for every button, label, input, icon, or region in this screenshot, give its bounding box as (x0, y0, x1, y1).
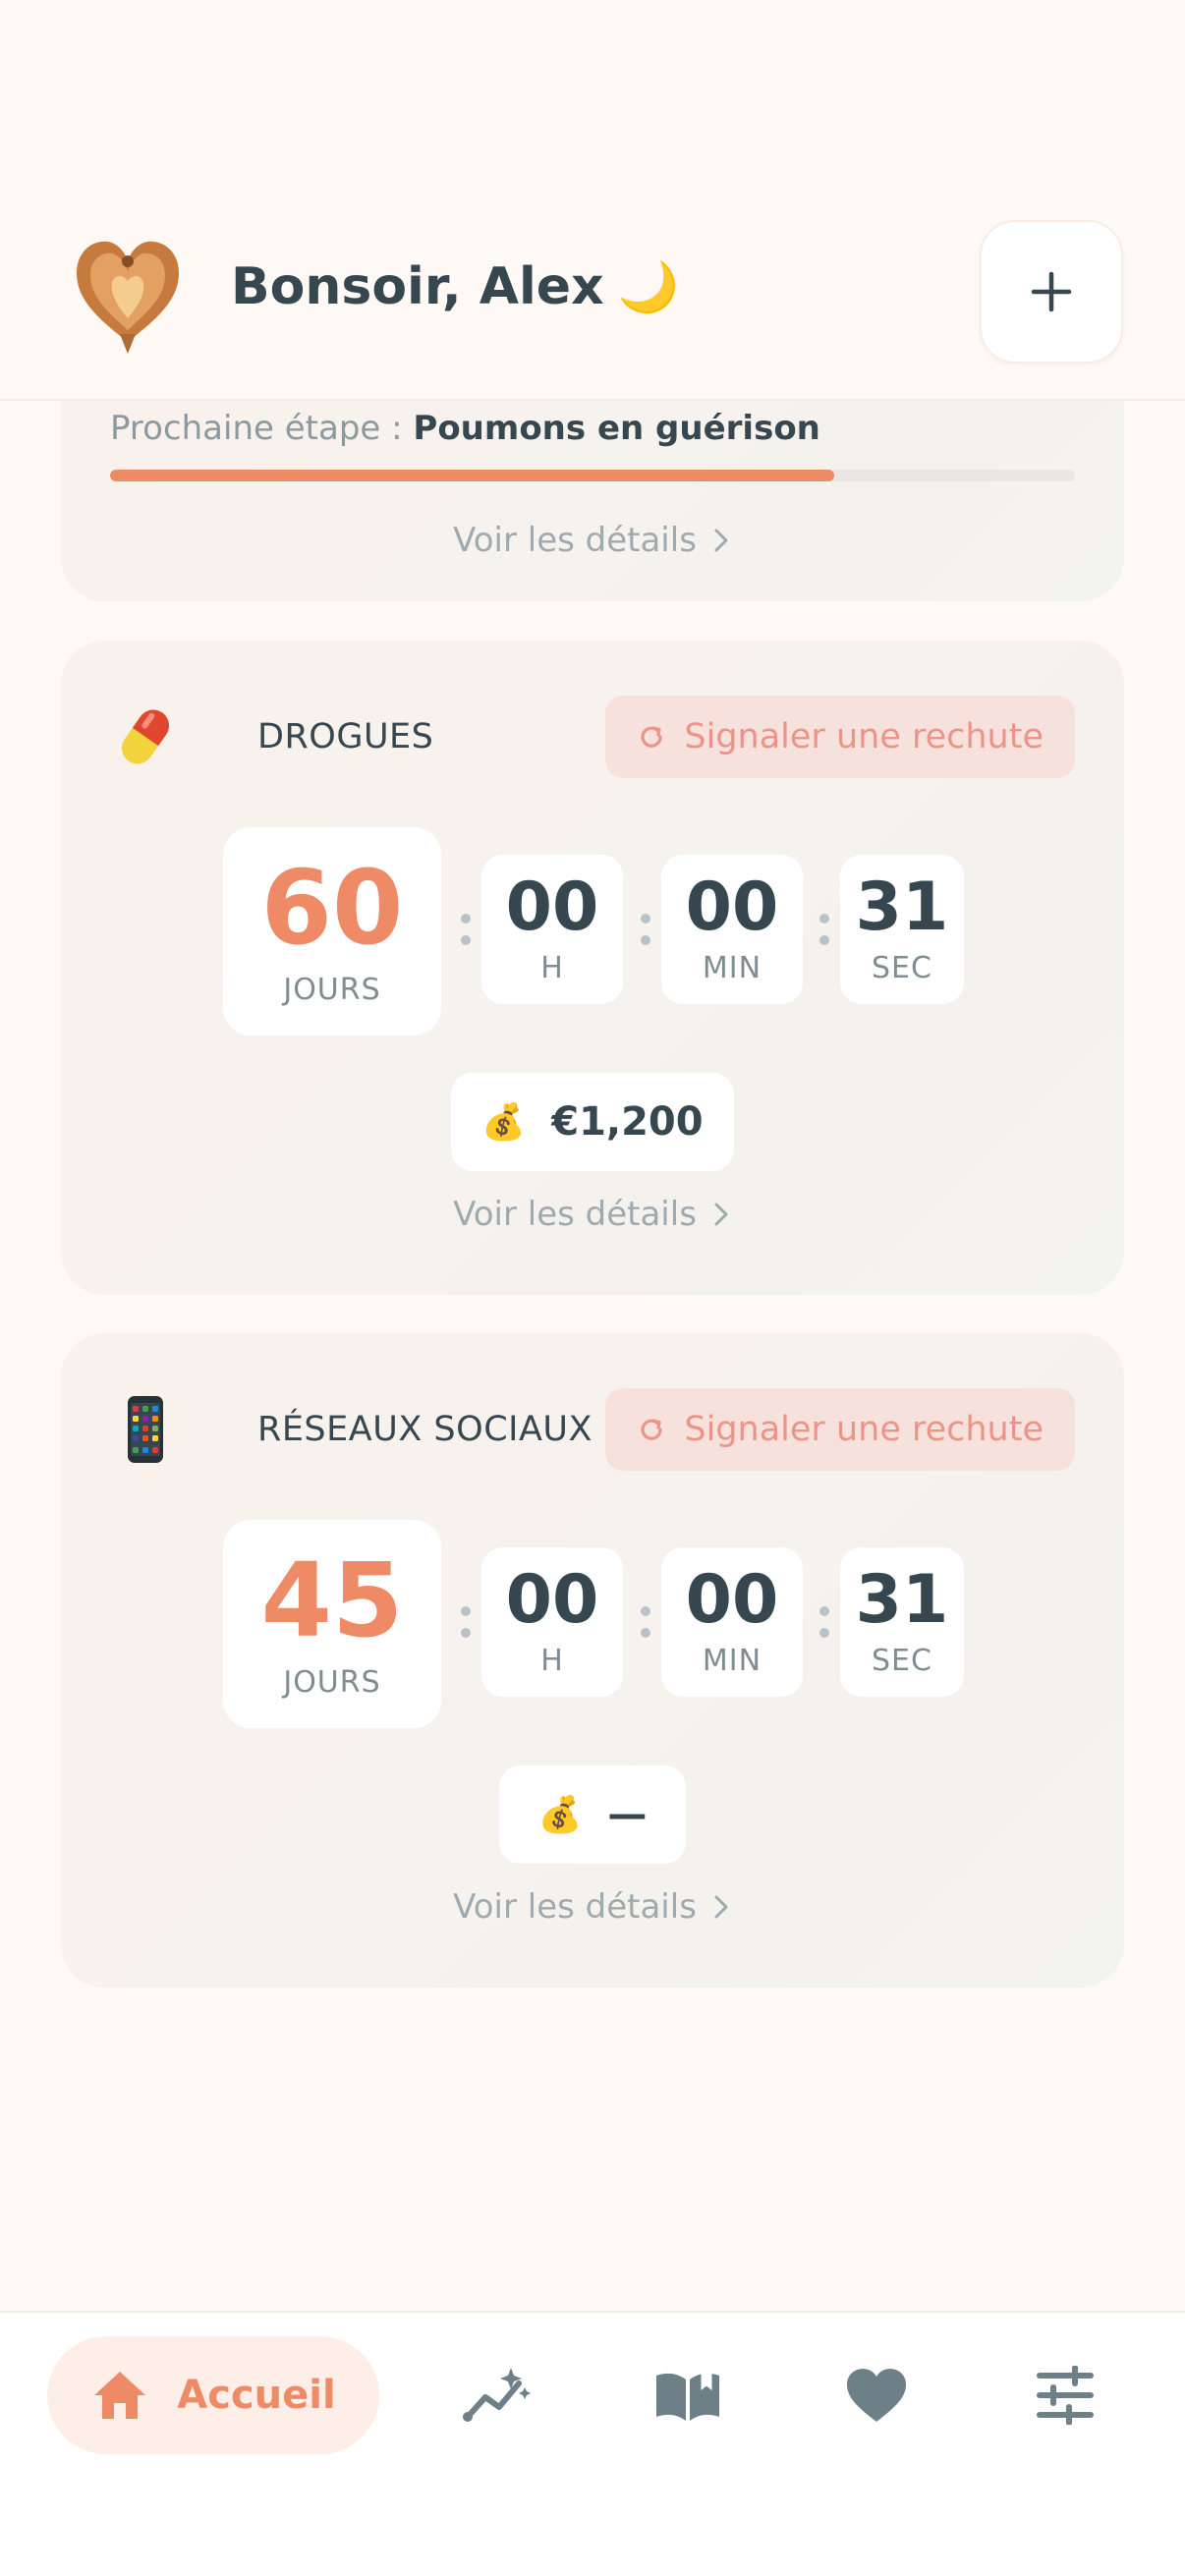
minutes-value: 00 (685, 1560, 779, 1639)
days-counter: 45 JOURS (223, 1520, 441, 1728)
addiction-card-drugs: DROGUES Signaler une rechute 60 JOURS 00… (61, 641, 1124, 1295)
refresh-icon (641, 1419, 662, 1440)
minutes-counter: 00 MIN (661, 1547, 803, 1697)
milestone-progress-bar (110, 470, 1075, 481)
colon-separator (818, 914, 830, 945)
seconds-counter: 31 SEC (840, 855, 964, 1004)
nav-item-stats[interactable] (462, 2362, 533, 2429)
chevron-right-icon (714, 1203, 728, 1226)
seconds-unit: SEC (872, 1643, 932, 1678)
minutes-unit: MIN (702, 1643, 762, 1678)
next-milestone: Prochaine étape : Poumons en guérison (110, 409, 820, 448)
seconds-counter: 31 SEC (840, 1547, 964, 1697)
colon-separator (640, 914, 651, 945)
view-details-label: Voir les détails (453, 1887, 697, 1927)
bottom-navigation: Accueil (0, 2311, 1185, 2576)
phone-icon (128, 1396, 163, 1463)
colon-separator (460, 1606, 472, 1638)
add-button[interactable] (980, 220, 1123, 364)
days-value: 60 (260, 847, 404, 968)
card-title: RÉSEAUX SOCIAUX (257, 1410, 592, 1449)
hours-counter: 00 H (481, 1547, 623, 1697)
sliders-icon (1037, 2366, 1094, 2425)
next-milestone-label: Prochaine étape : (110, 409, 403, 448)
colon-separator (640, 1606, 651, 1638)
days-value: 45 (260, 1540, 404, 1660)
milestone-progress-fill (110, 470, 834, 481)
money-bag-icon: 💰 (481, 1102, 527, 1143)
app-screen: Prochaine étape : Poumons en guérison Vo… (0, 0, 1185, 2576)
days-unit: JOURS (283, 1664, 381, 1700)
view-details-label: Voir les détails (453, 521, 697, 560)
stats-icon (463, 2368, 531, 2422)
pill-icon (121, 709, 170, 764)
book-icon (656, 2368, 719, 2421)
refresh-icon (641, 726, 662, 748)
hours-unit: H (540, 950, 564, 985)
heart-icon (847, 2369, 906, 2422)
seconds-value: 31 (855, 868, 949, 946)
phoenix-avatar-icon[interactable] (71, 232, 185, 354)
chevron-right-icon (714, 529, 728, 552)
hours-unit: H (540, 1643, 564, 1678)
hours-value: 00 (505, 868, 599, 946)
report-relapse-button[interactable]: Signaler une rechute (605, 696, 1075, 778)
nav-item-settings[interactable] (1030, 2362, 1100, 2429)
view-details-link[interactable]: Voir les détails (61, 521, 1124, 560)
card-header: DROGUES Signaler une rechute (110, 696, 1075, 778)
nav-item-health[interactable] (841, 2362, 912, 2429)
days-unit: JOURS (283, 972, 381, 1007)
chevron-right-icon (714, 1895, 728, 1919)
money-saved-value: €1,200 (551, 1099, 704, 1145)
moon-icon: 🌙 (617, 257, 679, 315)
report-relapse-label: Signaler une rechute (684, 717, 1044, 756)
streak-timer: 45 JOURS 00 H 00 MIN 31 SEC (61, 1520, 1124, 1732)
seconds-value: 31 (855, 1560, 949, 1639)
minutes-value: 00 (685, 868, 779, 946)
days-counter: 60 JOURS (223, 827, 441, 1036)
colon-separator (460, 914, 472, 945)
view-details-label: Voir les détails (453, 1195, 697, 1234)
colon-separator (818, 1606, 830, 1638)
minutes-counter: 00 MIN (661, 855, 803, 1004)
nav-item-journal[interactable] (652, 2362, 723, 2429)
greeting-title: Bonsoir, Alex 🌙 (231, 257, 679, 316)
money-saved-value: — (607, 1792, 648, 1837)
view-details-link[interactable]: Voir les détails (61, 1887, 1124, 1927)
hours-counter: 00 H (481, 855, 623, 1004)
card-header: RÉSEAUX SOCIAUX Signaler une rechute (110, 1388, 1075, 1471)
money-saved: 💰 €1,200 (451, 1073, 734, 1171)
home-icon (94, 2372, 146, 2419)
view-details-link[interactable]: Voir les détails (61, 1195, 1124, 1234)
minutes-unit: MIN (702, 950, 762, 985)
addiction-card-social-media: RÉSEAUX SOCIAUX Signaler une rechute 45 … (61, 1333, 1124, 1988)
nav-home-label: Accueil (177, 2373, 336, 2418)
report-relapse-label: Signaler une rechute (684, 1410, 1044, 1449)
nav-item-home[interactable]: Accueil (47, 2336, 379, 2454)
report-relapse-button[interactable]: Signaler une rechute (605, 1388, 1075, 1471)
hours-value: 00 (505, 1560, 599, 1639)
app-header: Bonsoir, Alex 🌙 (0, 0, 1185, 401)
streak-timer: 60 JOURS 00 H 00 MIN 31 SEC (61, 827, 1124, 1039)
plus-icon (1031, 271, 1072, 312)
greeting-text: Bonsoir, Alex (231, 257, 604, 316)
seconds-unit: SEC (872, 950, 932, 985)
money-saved: 💰 — (499, 1765, 686, 1864)
next-milestone-value: Poumons en guérison (413, 409, 820, 448)
card-title: DROGUES (257, 717, 434, 756)
money-bag-icon: 💰 (537, 1795, 583, 1835)
